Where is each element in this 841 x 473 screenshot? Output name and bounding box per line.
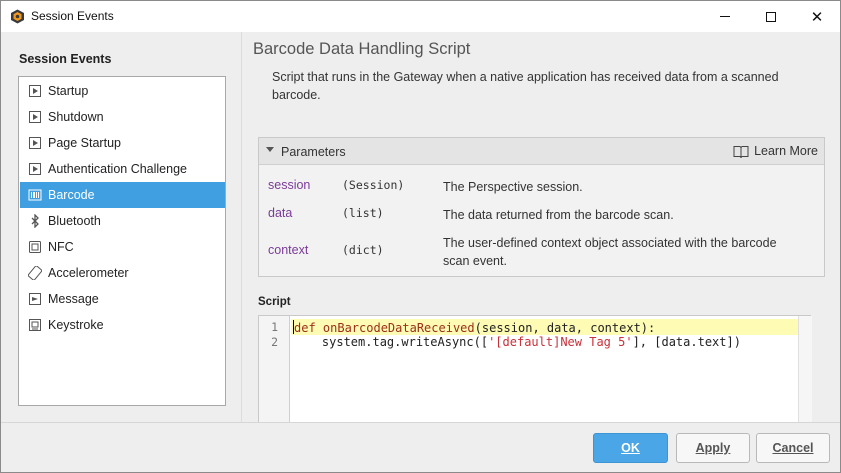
event-item-message[interactable]: Message <box>20 286 225 312</box>
message-icon <box>28 292 42 306</box>
event-item-nfc[interactable]: NFC <box>20 234 225 260</box>
play-page-icon <box>28 110 42 124</box>
keystroke-icon <box>28 318 42 332</box>
parameters-panel: Parameters Learn More session (Session) … <box>258 137 825 277</box>
app-logo-icon <box>11 9 24 24</box>
line-number: 1 <box>271 320 278 334</box>
maximize-button[interactable] <box>748 1 794 32</box>
code-line-1[interactable]: def onBarcodeDataReceived(session, data,… <box>293 320 655 335</box>
dialog-footer: OK Apply Cancel <box>1 422 840 472</box>
event-list: Startup Shutdown Page Startup Authentica… <box>18 76 226 406</box>
param-type: (dict) <box>342 243 384 257</box>
apply-button[interactable]: Apply <box>676 433 750 463</box>
ok-label: OK <box>621 441 640 455</box>
editor-scrollbar[interactable] <box>798 316 812 422</box>
code-text: system.tag.writeAsync([ <box>293 335 489 349</box>
play-page-icon <box>28 162 42 176</box>
page-title: Barcode Data Handling Script <box>253 40 471 58</box>
maximize-icon <box>766 11 776 22</box>
param-type: (list) <box>342 206 384 220</box>
event-item-barcode[interactable]: Barcode <box>20 182 225 208</box>
play-page-icon <box>28 136 42 150</box>
minimize-icon <box>720 16 730 17</box>
event-item-label: Message <box>48 292 99 306</box>
event-item-accelerometer[interactable]: Accelerometer <box>20 260 225 286</box>
book-icon <box>733 145 749 158</box>
event-item-shutdown[interactable]: Shutdown <box>20 104 225 130</box>
event-item-label: Page Startup <box>48 136 121 150</box>
dialog-content: Session Events Startup Shutdown Page Sta… <box>1 32 840 422</box>
barcode-icon <box>28 188 42 202</box>
event-item-startup[interactable]: Startup <box>20 78 225 104</box>
ok-button[interactable]: OK <box>593 433 668 463</box>
param-name: data <box>268 206 293 220</box>
close-icon: ✕ <box>810 8 824 26</box>
code-keyword: def <box>294 321 316 335</box>
code-string: '[default]New Tag 5' <box>488 335 633 349</box>
parameters-header[interactable]: Parameters Learn More <box>259 138 824 165</box>
line-number: 2 <box>271 335 278 349</box>
learn-more-link[interactable]: Learn More <box>733 144 818 158</box>
line-number-gutter: 1 2 <box>259 316 290 422</box>
close-button[interactable]: ✕ <box>794 1 840 32</box>
param-description: The data returned from the barcode scan. <box>443 208 674 222</box>
event-item-keystroke[interactable]: Keystroke <box>20 312 225 338</box>
event-item-label: NFC <box>48 240 74 254</box>
script-label: Script <box>258 296 291 308</box>
script-editor[interactable]: 1 2 def onBarcodeDataReceived(session, d… <box>258 315 812 422</box>
param-description: The user-defined context object associat… <box>443 236 777 268</box>
play-page-icon <box>28 84 42 98</box>
code-function-name: onBarcodeDataReceived <box>315 321 475 335</box>
code-text: (session, data, context): <box>474 321 656 335</box>
script-description: Script that runs in the Gateway when a n… <box>272 70 779 102</box>
event-item-bluetooth[interactable]: Bluetooth <box>20 208 225 234</box>
event-item-label: Shutdown <box>48 110 104 124</box>
event-item-label: Accelerometer <box>48 266 129 280</box>
param-name: context <box>268 243 309 257</box>
param-description: The Perspective session. <box>443 180 583 194</box>
event-item-label: Authentication Challenge <box>48 162 187 176</box>
param-name: session <box>268 178 311 192</box>
session-events-window: Session Events ✕ Session Events Startup <box>0 0 841 473</box>
nfc-icon <box>28 240 42 254</box>
cancel-button[interactable]: Cancel <box>756 433 830 463</box>
collapse-caret-icon[interactable] <box>266 147 274 152</box>
window-title: Session Events <box>31 9 114 23</box>
event-item-authentication-challenge[interactable]: Authentication Challenge <box>20 156 225 182</box>
accelerometer-icon <box>28 266 42 280</box>
param-type: (Session) <box>342 178 405 192</box>
cancel-label: Cancel <box>772 441 814 455</box>
apply-label: Apply <box>695 441 731 455</box>
event-list-header: Session Events <box>19 52 112 66</box>
event-item-label: Barcode <box>48 188 95 202</box>
code-line-2[interactable]: system.tag.writeAsync(['[default]New Tag… <box>293 335 741 349</box>
code-text: ], [data.text]) <box>632 335 741 349</box>
event-item-label: Bluetooth <box>48 214 101 228</box>
event-item-page-startup[interactable]: Page Startup <box>20 130 225 156</box>
learn-more-label: Learn More <box>754 144 818 158</box>
event-item-label: Keystroke <box>48 318 104 332</box>
title-bar: Session Events ✕ <box>1 1 840 32</box>
script-detail-pane: Barcode Data Handling Script Script that… <box>242 32 840 422</box>
parameters-label: Parameters <box>281 145 346 159</box>
event-item-label: Startup <box>48 84 89 98</box>
bluetooth-icon <box>28 214 42 228</box>
minimize-button[interactable] <box>702 1 748 32</box>
